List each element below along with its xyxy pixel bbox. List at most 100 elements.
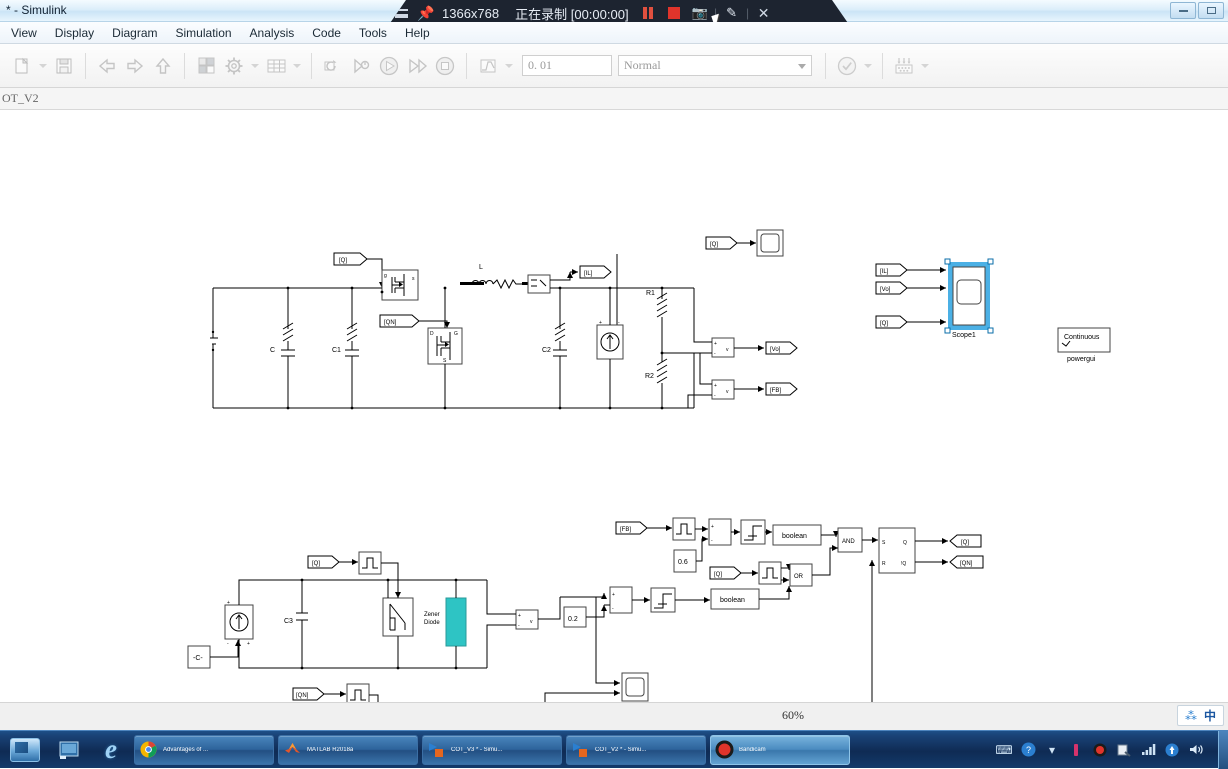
sample-hold-q[interactable] bbox=[758, 561, 792, 585]
chevron-down-icon[interactable] bbox=[290, 52, 304, 80]
chevron-down-icon[interactable] bbox=[918, 52, 932, 80]
menu-item-code[interactable]: Code bbox=[303, 23, 350, 43]
menu-item-view[interactable]: View bbox=[2, 23, 46, 43]
from-tag-il-scope1[interactable]: [IL] bbox=[875, 263, 946, 277]
update-icon[interactable] bbox=[1164, 742, 1180, 758]
chevron-down-icon[interactable] bbox=[502, 52, 516, 80]
zoom-level[interactable]: 60% bbox=[782, 708, 804, 723]
gear-icon[interactable] bbox=[220, 52, 248, 80]
constant-c-ramp1[interactable]: -C- bbox=[187, 640, 241, 669]
signal-icon[interactable] bbox=[1140, 742, 1156, 758]
volume-icon[interactable] bbox=[1188, 742, 1204, 758]
usb-icon[interactable] bbox=[1068, 742, 1084, 758]
voltage-sensor-fb[interactable]: + - v bbox=[662, 352, 764, 408]
keyboard-icon[interactable]: ⌨ bbox=[995, 742, 1012, 758]
or-gate[interactable]: OR bbox=[789, 545, 838, 587]
scope-block-middle[interactable] bbox=[621, 672, 649, 702]
boolean-convert-1[interactable]: boolean bbox=[772, 524, 839, 546]
breadcrumb[interactable]: OT_V2 bbox=[0, 88, 1228, 110]
from-tag-qn[interactable]: [QN] bbox=[379, 314, 450, 328]
from-tag-qn-ramp2[interactable]: [QN] bbox=[292, 687, 346, 701]
subsystem-icon[interactable] bbox=[192, 52, 220, 80]
from-tag-fb-logic[interactable]: [FB] bbox=[615, 521, 672, 535]
stop-simulation-icon[interactable] bbox=[431, 52, 459, 80]
scope-block-small[interactable] bbox=[756, 229, 784, 257]
capacitor-c2-branch[interactable]: C2 bbox=[542, 286, 567, 410]
powergui-block[interactable]: Continuous powergui bbox=[1057, 327, 1111, 363]
menu-item-simulation[interactable]: Simulation bbox=[167, 23, 241, 43]
show-desktop-icon[interactable] bbox=[48, 733, 90, 767]
from-tag-q-scope1[interactable]: [Q] bbox=[875, 315, 946, 329]
constant-06[interactable]: 0.6 bbox=[673, 536, 708, 573]
step-forward-icon[interactable] bbox=[403, 52, 431, 80]
menu-item-tools[interactable]: Tools bbox=[350, 23, 396, 43]
and-gate[interactable]: AND bbox=[837, 527, 878, 553]
taskbar-item-chrome[interactable]: Advantages of ... bbox=[134, 734, 274, 765]
ime-language-icon[interactable]: 中 bbox=[1204, 707, 1216, 724]
build-icon[interactable] bbox=[890, 52, 918, 80]
boolean-convert-2[interactable]: boolean bbox=[710, 586, 792, 610]
mosfet-block-bottom[interactable]: D G S bbox=[427, 327, 463, 365]
menu-item-diagram[interactable]: Diagram bbox=[103, 23, 166, 43]
pulse-block-ramp1[interactable] bbox=[358, 551, 399, 583]
show-desktop-button[interactable] bbox=[1218, 730, 1228, 769]
from-tag-q-scope[interactable]: [Q] bbox=[705, 236, 756, 250]
mosfet-block-top[interactable]: g s bbox=[380, 269, 419, 301]
record-icon[interactable] bbox=[1092, 742, 1108, 758]
baidu-paw-icon[interactable]: ⁂ bbox=[1185, 709, 1197, 723]
chevron-down-icon[interactable] bbox=[248, 52, 262, 80]
forward-arrow-icon[interactable] bbox=[121, 52, 149, 80]
fast-restart-icon[interactable] bbox=[347, 52, 375, 80]
dc-source[interactable] bbox=[210, 330, 218, 352]
taskbar-item-simulink-v2[interactable]: COT_V2 * - Simu... bbox=[566, 734, 706, 765]
controlled-current-source[interactable]: + - bbox=[596, 286, 624, 410]
goto-tag-vo[interactable]: [Vo] bbox=[765, 341, 798, 355]
taskbar-item-simulink-v3[interactable]: COT_V3 * - Simu... bbox=[422, 734, 562, 765]
window-controls[interactable] bbox=[1170, 2, 1224, 19]
zener-diode-ramp1[interactable]: Zener Diode bbox=[424, 578, 467, 670]
chevron-down-icon[interactable] bbox=[861, 52, 875, 80]
pulse-block-ramp2[interactable] bbox=[346, 683, 379, 702]
scope1-block[interactable]: Scope1 bbox=[944, 258, 994, 339]
stop-time-input[interactable]: 0. 01 bbox=[522, 55, 612, 76]
help-icon[interactable]: ? bbox=[1020, 742, 1036, 758]
from-tag-q-logic[interactable]: [Q] bbox=[709, 566, 758, 580]
goto-tag-qn-logic[interactable]: [QN] bbox=[949, 555, 984, 569]
ime-indicator[interactable]: ⁂ 中 bbox=[1176, 705, 1224, 726]
goto-tag-il[interactable]: [IL] bbox=[579, 265, 612, 279]
current-sensor-il[interactable] bbox=[527, 269, 578, 294]
start-button[interactable] bbox=[2, 733, 48, 767]
capacitor-c3[interactable]: C3 bbox=[284, 578, 308, 670]
chevron-down-icon[interactable] bbox=[36, 52, 50, 80]
voltage-sensor-ramp1[interactable]: + - v bbox=[486, 580, 561, 668]
new-model-icon[interactable] bbox=[8, 52, 36, 80]
overflow-icon[interactable]: ▾ bbox=[1044, 742, 1060, 758]
menu-item-analysis[interactable]: Analysis bbox=[241, 23, 304, 43]
from-tag-q-ramp1[interactable]: [Q] bbox=[307, 555, 358, 569]
restore-button[interactable] bbox=[1198, 2, 1224, 19]
menu-item-help[interactable]: Help bbox=[396, 23, 439, 43]
from-tag-q-top[interactable]: [Q] bbox=[333, 252, 385, 288]
sample-hold-fb[interactable] bbox=[672, 517, 708, 541]
ideal-switch-ramp1[interactable] bbox=[382, 578, 414, 670]
up-arrow-icon[interactable] bbox=[149, 52, 177, 80]
capacitor-c-branch[interactable]: C bbox=[270, 286, 295, 410]
resistor-r1[interactable]: R1 bbox=[646, 286, 668, 353]
scope-icon[interactable] bbox=[474, 52, 502, 80]
boolean-convert-3[interactable]: boolean bbox=[611, 560, 875, 702]
from-tag-vo-scope1[interactable]: [Vo] bbox=[875, 281, 946, 295]
simulation-mode-select[interactable]: Normal bbox=[618, 55, 812, 76]
goto-tag-q-logic[interactable]: [Q] bbox=[949, 534, 982, 548]
model-canvas[interactable]: .w{stroke:#000;stroke-width:1;fill:none;… bbox=[0, 110, 1228, 702]
taskbar-item-matlab[interactable]: MATLAB R2018a bbox=[278, 734, 418, 765]
network-tool-icon[interactable] bbox=[1116, 742, 1132, 758]
relay-block-2[interactable] bbox=[650, 587, 710, 613]
sr-flipflop[interactable]: S R Q !Q bbox=[878, 527, 948, 574]
goto-tag-fb[interactable]: [FB] bbox=[765, 382, 798, 396]
relay-block-1[interactable] bbox=[740, 519, 772, 545]
run-icon[interactable] bbox=[375, 52, 403, 80]
sum-block-1[interactable]: + - bbox=[708, 518, 740, 546]
menu-item-display[interactable]: Display bbox=[46, 23, 103, 43]
model-advisor-icon[interactable] bbox=[833, 52, 861, 80]
refresh-blocks-icon[interactable] bbox=[319, 52, 347, 80]
